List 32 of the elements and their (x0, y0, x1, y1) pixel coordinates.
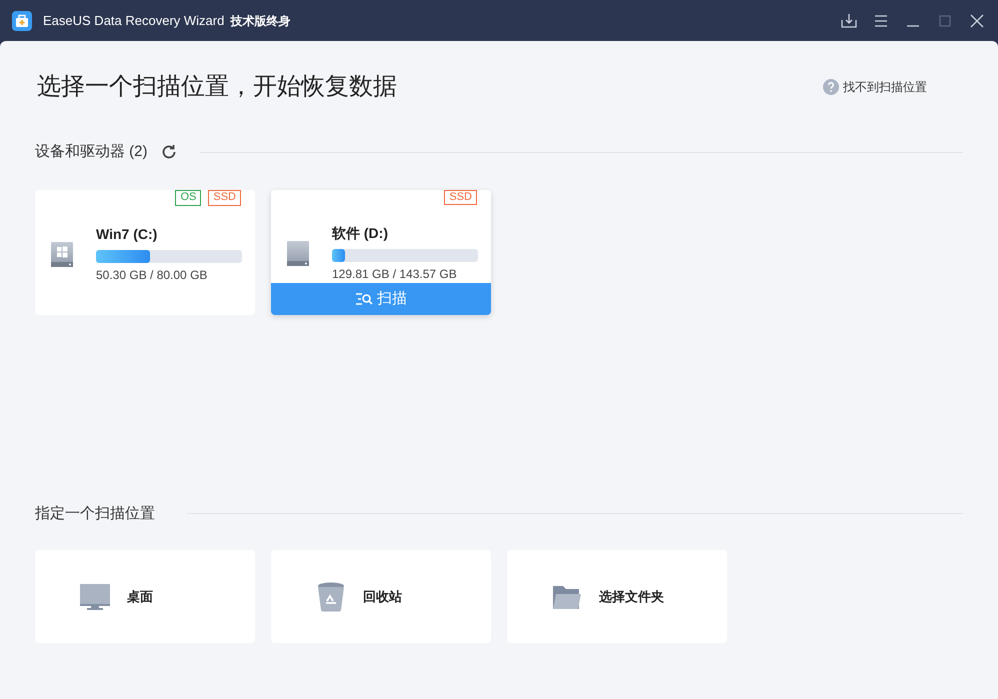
drive-tag: OS (175, 190, 202, 206)
app-logo-icon (12, 10, 32, 30)
section-title: 指定一个扫描位置 (35, 504, 155, 524)
drive-usage: 50.30 GB / 80.00 GB (96, 266, 208, 284)
drive-tag: SSD (444, 190, 477, 206)
drive-name: 软件 (D:) (332, 224, 389, 244)
monitor-icon (79, 582, 111, 610)
recycle-bin-icon (317, 582, 345, 612)
location-label: 桌面 (127, 588, 153, 606)
section-title: 设备和驱动器 (2) (35, 142, 148, 162)
location-card[interactable]: 回收站 (271, 550, 491, 643)
download-icon[interactable] (840, 12, 858, 30)
page-heading: 选择一个扫描位置，开始恢复数据 (37, 72, 397, 102)
windows-drive-icon (48, 240, 76, 268)
refresh-icon[interactable] (160, 143, 178, 162)
location-card[interactable]: 桌面 (35, 550, 255, 643)
help-icon (823, 79, 839, 95)
drive-card[interactable]: OS SSD Win7 (C:) 50.30 GB / 80.00 GB (35, 190, 255, 314)
help-link[interactable]: 找不到扫描位置 (823, 78, 927, 96)
location-card[interactable]: 选择文件夹 (507, 550, 727, 643)
folder-icon (552, 584, 582, 610)
edition-label: 技术版终身 (230, 12, 290, 30)
drive-tag: SSD (208, 190, 241, 206)
location-label: 回收站 (363, 588, 402, 606)
drive-name: Win7 (C:) (96, 224, 158, 244)
scan-icon (355, 292, 373, 306)
drive-card[interactable]: SSD 软件 (D:) 129.81 GB / 143.57 GB 扫描 (271, 190, 491, 314)
window-title: EaseUS Data Recovery Wizard (43, 12, 224, 30)
drive-usage: 129.81 GB / 143.57 GB (332, 266, 458, 284)
drive-icon (284, 239, 312, 268)
close-icon[interactable] (968, 12, 986, 30)
location-label: 选择文件夹 (599, 588, 664, 606)
